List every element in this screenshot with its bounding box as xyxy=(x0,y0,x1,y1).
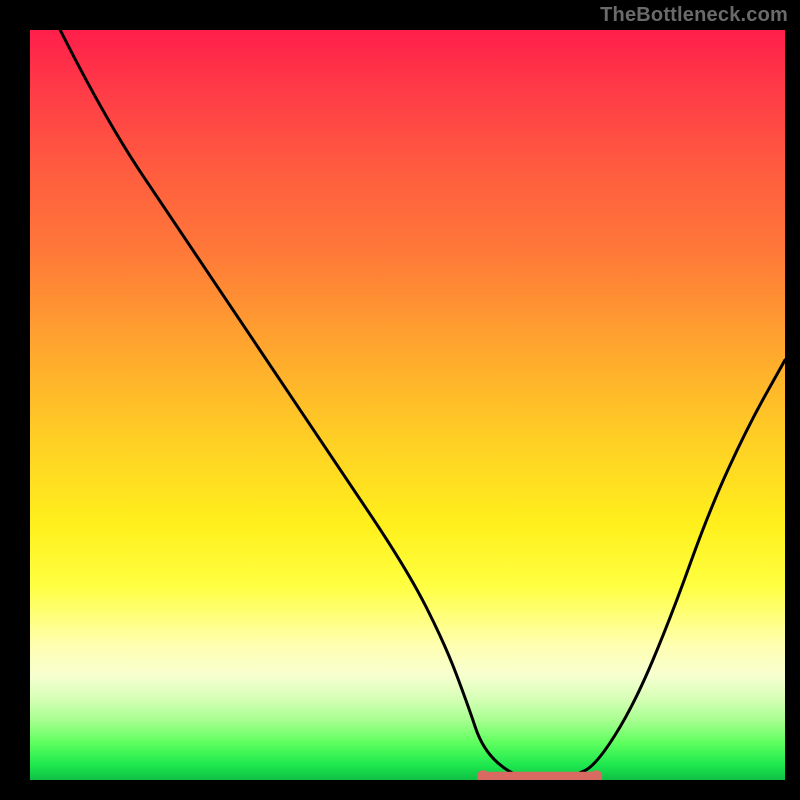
bottleneck-curve xyxy=(60,30,785,779)
optimal-range-end-dot xyxy=(590,770,602,780)
chart-frame: TheBottleneck.com xyxy=(0,0,800,800)
optimal-range-start-dot xyxy=(477,770,489,780)
plot-area xyxy=(30,30,785,780)
attribution-text: TheBottleneck.com xyxy=(600,4,788,27)
curve-svg xyxy=(30,30,785,780)
